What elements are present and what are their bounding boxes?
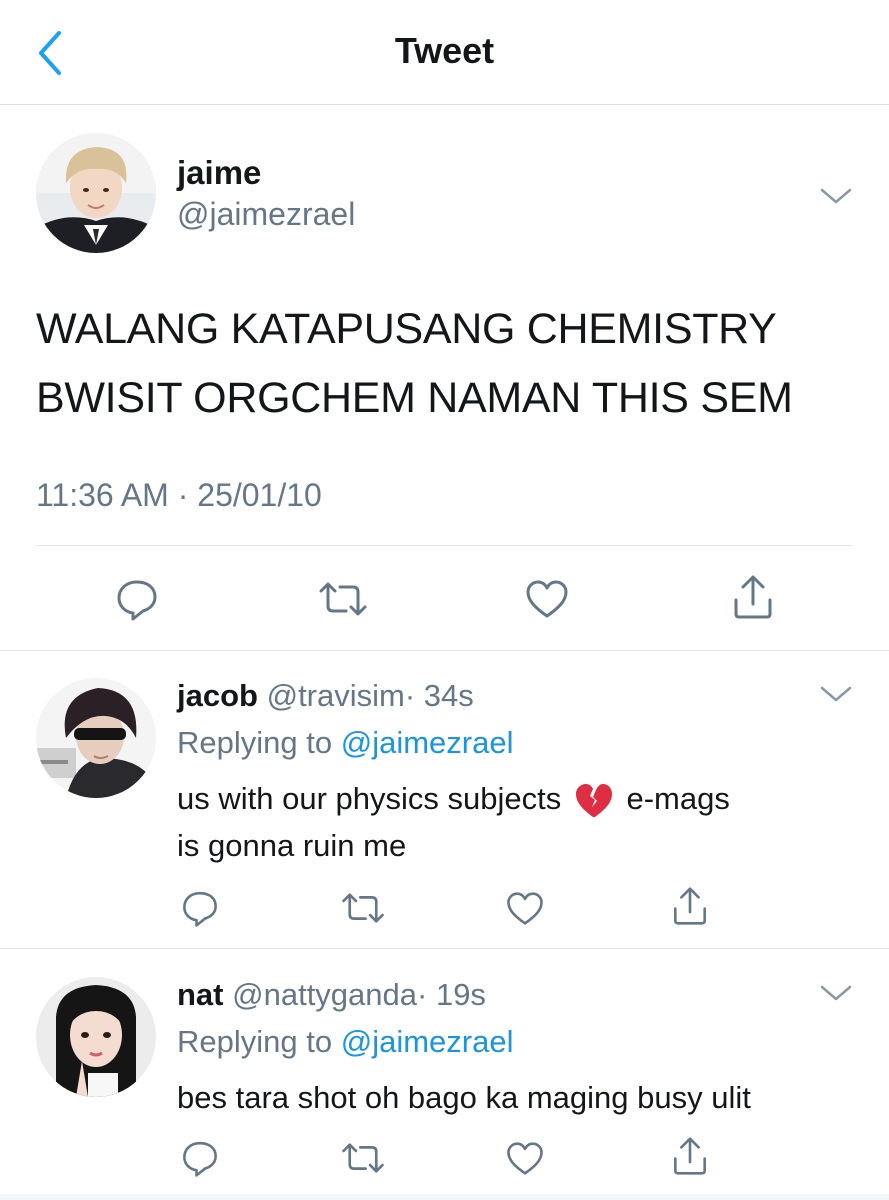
replying-to-label: Replying to bbox=[177, 1024, 333, 1059]
reply-text: bes tara shot oh bago ka maging busy uli… bbox=[177, 1080, 751, 1115]
reply-time: · 34s bbox=[404, 678, 474, 713]
page-title: Tweet bbox=[394, 30, 495, 71]
like-button[interactable] bbox=[522, 574, 572, 624]
share-icon bbox=[674, 887, 706, 925]
reply-text-part: e-mags bbox=[626, 781, 730, 816]
heart-icon bbox=[526, 580, 568, 618]
retweet-icon bbox=[342, 893, 384, 923]
replying-to-label: Replying to bbox=[177, 725, 333, 760]
reply-icon bbox=[183, 1141, 217, 1177]
author-handle[interactable]: @jaimezrael bbox=[177, 196, 355, 233]
chevron-down-icon bbox=[820, 686, 852, 702]
replying-to-link[interactable]: @jaimezrael bbox=[341, 725, 514, 760]
retweet-button[interactable] bbox=[338, 1138, 388, 1178]
reply-time: · 19s bbox=[417, 977, 486, 1012]
replying-to: Replying to @jaimezrael bbox=[177, 725, 513, 761]
share-icon bbox=[734, 575, 772, 619]
share-button[interactable] bbox=[668, 884, 712, 928]
replying-to-link[interactable]: @jaimezrael bbox=[341, 1024, 514, 1059]
reply-icon bbox=[117, 580, 157, 621]
reply-menu-button[interactable] bbox=[818, 981, 854, 1005]
tweet-text: WALANG KATAPUSANG CHEMISTRY BWISIT ORGCH… bbox=[36, 295, 866, 433]
reply-text-part: us with our physics subjects bbox=[177, 781, 562, 816]
bottom-edge bbox=[0, 1194, 889, 1200]
divider bbox=[0, 948, 889, 949]
retweet-icon bbox=[319, 582, 367, 616]
reply-author-name[interactable]: jacob bbox=[177, 678, 258, 713]
reply-text: us with our physics subjects e-mags is g… bbox=[177, 775, 867, 869]
divider bbox=[36, 545, 853, 546]
heart-icon bbox=[507, 891, 543, 925]
retweet-icon bbox=[342, 1143, 384, 1173]
reply-author-handle[interactable]: @travisim bbox=[267, 678, 405, 713]
avatar[interactable] bbox=[36, 678, 156, 798]
tweet-text-line: BWISIT ORGCHEM NAMAN THIS SEM bbox=[36, 374, 793, 422]
reply-button[interactable] bbox=[178, 1136, 222, 1180]
retweet-button[interactable] bbox=[315, 574, 371, 624]
retweet-button[interactable] bbox=[338, 888, 388, 928]
avatar[interactable] bbox=[36, 977, 156, 1097]
broken-heart-emoji bbox=[575, 783, 612, 817]
reply-author-name[interactable]: nat bbox=[177, 977, 224, 1012]
avatar[interactable] bbox=[36, 133, 156, 253]
reply-header: jacob @travisim· 34s bbox=[177, 678, 474, 714]
avatar-photo bbox=[36, 977, 156, 1097]
reply-header: nat @nattyganda· 19s bbox=[177, 977, 486, 1013]
avatar-photo bbox=[36, 133, 156, 253]
share-button[interactable] bbox=[728, 572, 778, 622]
reply-author-handle[interactable]: @nattyganda bbox=[232, 977, 417, 1012]
reply-button[interactable] bbox=[178, 886, 222, 930]
author-name[interactable]: jaime bbox=[177, 154, 261, 192]
tweet-timestamp[interactable]: 11:36 AM · 25/01/10 bbox=[36, 477, 322, 514]
tweet-detail-screen: Tweet jaime @jaimezrael WALANG KATAPUSAN… bbox=[0, 0, 889, 1200]
tweet-menu-button[interactable] bbox=[818, 184, 854, 208]
reply-menu-button[interactable] bbox=[818, 682, 854, 706]
reply-button[interactable] bbox=[112, 574, 162, 624]
tweet-text-line: WALANG KATAPUSANG CHEMISTRY bbox=[36, 305, 777, 353]
reply-text-line: us with our physics subjects e-mags bbox=[177, 775, 867, 822]
reply-text-line: is gonna ruin me bbox=[177, 828, 407, 863]
heart-icon bbox=[507, 1141, 543, 1175]
chevron-down-icon bbox=[820, 188, 852, 204]
replying-to: Replying to @jaimezrael bbox=[177, 1024, 513, 1060]
like-button[interactable] bbox=[503, 1136, 547, 1180]
nav-header: Tweet bbox=[0, 0, 889, 105]
avatar-photo bbox=[36, 678, 156, 798]
reply-icon bbox=[183, 891, 217, 927]
chevron-down-icon bbox=[820, 985, 852, 1001]
divider bbox=[0, 650, 889, 651]
like-button[interactable] bbox=[503, 886, 547, 930]
share-button[interactable] bbox=[668, 1134, 712, 1178]
share-icon bbox=[674, 1137, 706, 1175]
